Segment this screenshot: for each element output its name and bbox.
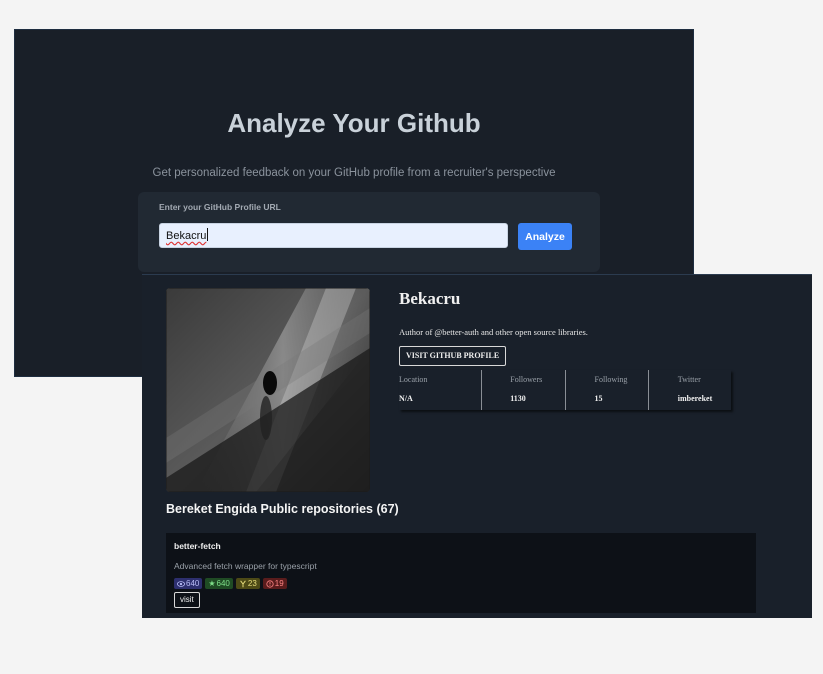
url-field-label: Enter your GitHub Profile URL	[159, 202, 281, 212]
issue-icon	[266, 579, 274, 588]
fork-icon	[240, 580, 246, 587]
repo-badges: 640 ★ 640 23 19	[174, 578, 287, 589]
watchers-count: 640	[186, 579, 200, 588]
page-title: Analyze Your Github	[227, 108, 481, 138]
stat-label: Twitter	[677, 375, 701, 384]
url-form-card: Enter your GitHub Profile URL Bekacru An…	[138, 192, 600, 272]
page-subtitle: Get personalized feedback on your GitHub…	[152, 167, 556, 179]
stat-label: Followers	[510, 375, 543, 384]
issues-badge: 19	[262, 578, 287, 589]
stat-label: Following	[594, 375, 628, 384]
stat-twitter: Twitter imbereket	[649, 370, 731, 410]
stars-badge: ★ 640	[205, 578, 233, 589]
repo-description: Advanced fetch wrapper for typescript	[174, 561, 317, 571]
github-url-input[interactable]: Bekacru	[159, 223, 508, 248]
stars-count: 640	[216, 579, 230, 588]
eye-icon	[177, 580, 185, 587]
watchers-badge: 640	[174, 578, 203, 589]
profile-stats-table: Location N/A Followers 1130 Following 15…	[399, 370, 731, 410]
repositories-heading: Bereket Engida Public repositories (67)	[166, 502, 399, 516]
text-caret	[207, 228, 209, 241]
stat-following: Following 15	[566, 370, 649, 410]
profile-name: Bekacru	[399, 289, 461, 308]
visit-github-profile-button[interactable]: VISIT GITHUB PROFILE	[399, 346, 507, 366]
forks-badge: 23	[235, 578, 260, 589]
stat-value: N/A	[399, 394, 413, 403]
issues-count: 19	[274, 579, 284, 588]
star-icon: ★	[208, 579, 216, 588]
stat-value: 1130	[510, 394, 526, 403]
stat-followers: Followers 1130	[482, 370, 566, 410]
avatar	[166, 288, 370, 492]
analyze-button[interactable]: Analyze	[518, 223, 572, 250]
repo-name: better-fetch	[174, 541, 221, 551]
url-input-value: Bekacru	[166, 230, 207, 242]
repo-card: better-fetch Advanced fetch wrapper for …	[166, 533, 756, 613]
repo-visit-button[interactable]: visit	[174, 592, 200, 608]
stat-label: Location	[399, 375, 428, 384]
avatar-image-icon	[166, 288, 370, 492]
profile-bio: Author of @better-auth and other open so…	[399, 327, 588, 337]
stat-value: imbereket	[677, 394, 713, 403]
profile-window: Bekacru Author of @better-auth and other…	[142, 274, 812, 618]
stat-location: Location N/A	[399, 370, 483, 410]
stat-value: 15	[594, 394, 603, 403]
forks-count: 23	[247, 579, 257, 588]
